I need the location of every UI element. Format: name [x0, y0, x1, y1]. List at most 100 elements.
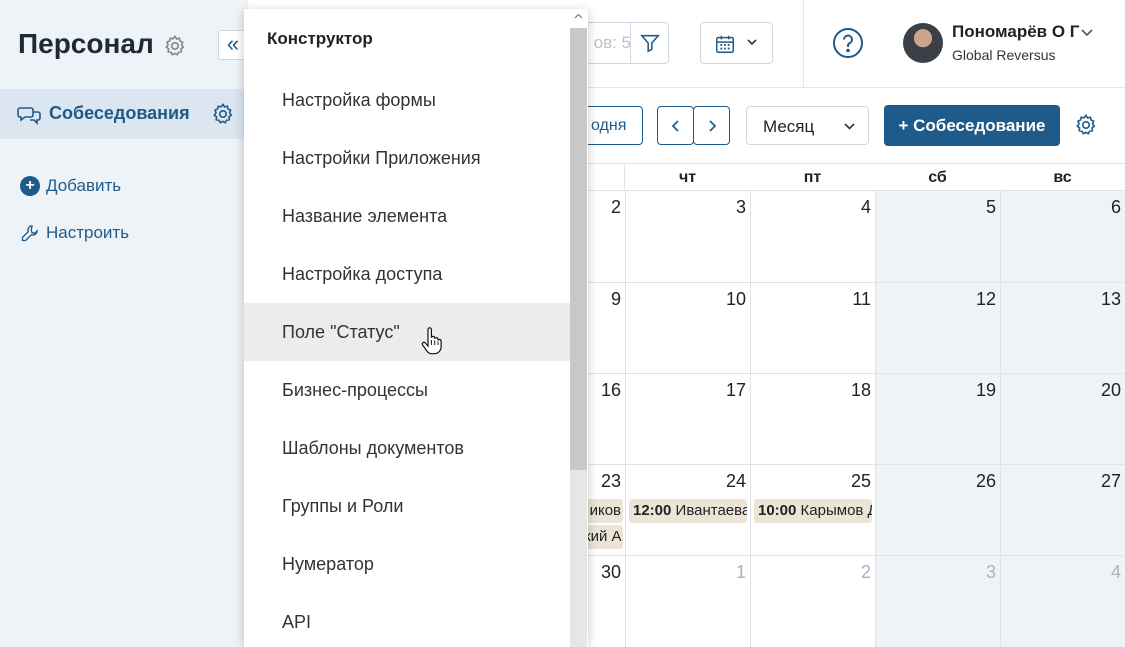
day-number: 27 [1100, 471, 1121, 491]
event-chip[interactable]: 10:00 Карымов Д [754, 499, 872, 523]
day-number: 3 [985, 562, 996, 582]
chevron-down-icon [747, 39, 757, 46]
calendar-day[interactable]: 3 [876, 556, 1001, 647]
day-number: 10 [725, 289, 746, 309]
wrench-icon [21, 225, 38, 242]
gear-icon[interactable] [163, 34, 187, 58]
day-number: 3 [735, 197, 746, 217]
menu-item[interactable]: Настройки Приложения [244, 129, 570, 187]
day-number: 4 [860, 197, 871, 217]
hand-cursor-icon [421, 327, 442, 355]
app-title: Персонал [18, 28, 154, 59]
chat-bubbles-icon [17, 107, 41, 125]
prev-period-button[interactable] [657, 106, 694, 145]
add-link[interactable]: + Добавить [20, 176, 121, 196]
calendar-day[interactable]: 5 [876, 191, 1001, 283]
menu-item[interactable]: API [244, 593, 570, 647]
scrollbar-track-lower[interactable] [570, 470, 587, 647]
day-number: 11 [852, 289, 871, 309]
view-select-value: Месяц [763, 117, 815, 136]
add-link-label: Добавить [46, 176, 122, 195]
scrollbar-thumb[interactable] [570, 28, 587, 470]
menu-item[interactable]: Шаблоны документов [244, 419, 570, 477]
chevron-down-icon [844, 123, 855, 130]
view-select[interactable]: Месяц [746, 106, 869, 145]
calendar-day[interactable]: 27 [1001, 465, 1125, 556]
calendar-day[interactable]: 4 [1001, 556, 1125, 647]
day-header-sat: сб [875, 164, 1000, 191]
event-chip[interactable]: 12:00 Ивантаева [629, 499, 747, 523]
calendar-day[interactable]: 18 [751, 374, 876, 465]
configure-link-label: Настроить [46, 223, 130, 242]
chevron-left-icon [671, 120, 679, 132]
event-name: Карымов Д [800, 502, 872, 519]
date-picker-button[interactable] [700, 22, 773, 64]
sidebar: Персонал « Собеседования + Добавить Наст… [0, 0, 248, 647]
menu-item[interactable]: Группы и Роли [244, 477, 570, 535]
day-number: 2 [860, 562, 871, 582]
gear-icon[interactable] [1074, 113, 1098, 137]
question-circle-icon[interactable] [832, 27, 864, 59]
today-button[interactable]: одня [580, 106, 643, 145]
menu-item[interactable]: Нумератор [244, 535, 570, 593]
calendar-day[interactable]: 11 [751, 283, 876, 374]
calendar-day[interactable]: 19 [876, 374, 1001, 465]
user-name[interactable]: Пономарёв О Г [952, 22, 1079, 42]
month-calendar: чт пт сб вс 2 3 4 5 6 9 10 11 12 13 16 1… [580, 163, 1125, 647]
day-number: 23 [600, 471, 621, 491]
day-number: 18 [850, 380, 871, 400]
calendar-day[interactable]: 13 [1001, 283, 1125, 374]
day-number: 1 [735, 562, 746, 582]
topbar-divider [803, 0, 804, 88]
menu-item[interactable]: Бизнес-процессы [244, 361, 570, 419]
day-header-fri: пт [750, 164, 875, 191]
calendar-day[interactable]: 3 [626, 191, 751, 283]
calendar-day[interactable]: 20 [1001, 374, 1125, 465]
menu-item[interactable]: Настройка формы [244, 71, 570, 129]
chevron-right-icon [709, 120, 717, 132]
menu-item-hovered[interactable]: Поле "Статус" [244, 303, 570, 361]
day-header-sun: вс [1000, 164, 1125, 191]
plus-circle-icon: + [20, 176, 40, 196]
calendar-day[interactable]: 25 10:00 Карымов Д [751, 465, 876, 556]
event-time: 10:00 [758, 502, 797, 519]
constructor-menu: Конструктор Настройка формы Настройки Пр… [244, 9, 588, 647]
gear-icon[interactable] [211, 102, 235, 126]
day-number: 4 [1110, 562, 1121, 582]
calendar-day[interactable]: 2 [751, 556, 876, 647]
avatar[interactable] [903, 23, 943, 63]
sidebar-item-interviews[interactable]: Собеседования [0, 89, 248, 139]
day-number: 25 [850, 471, 871, 491]
menu-item[interactable]: Название элемента [244, 187, 570, 245]
day-number: 16 [600, 380, 621, 400]
calendar-day[interactable]: 26 [876, 465, 1001, 556]
configure-link[interactable]: Настроить [20, 223, 129, 243]
day-number: 19 [975, 380, 996, 400]
day-number: 24 [725, 471, 746, 491]
calendar-day[interactable]: 17 [626, 374, 751, 465]
scroll-up-arrow-icon[interactable] [574, 13, 583, 19]
add-interview-button[interactable]: + Собеседование [884, 105, 1060, 146]
user-organization: Global Reversus [952, 47, 1056, 63]
menu-item[interactable]: Настройка доступа [244, 245, 570, 303]
calendar-icon [716, 35, 734, 53]
day-number: 9 [610, 289, 621, 309]
filter-icon[interactable] [639, 32, 661, 54]
day-number: 13 [1100, 289, 1121, 309]
menu-header: Конструктор [267, 29, 373, 48]
day-number: 20 [1100, 380, 1121, 400]
calendar-day[interactable]: 10 [626, 283, 751, 374]
calendar-day[interactable]: 24 12:00 Ивантаева [626, 465, 751, 556]
day-number: 30 [600, 562, 621, 582]
filter-divider [630, 23, 631, 63]
day-number: 12 [975, 289, 996, 309]
event-time: 12:00 [633, 502, 672, 519]
calendar-day[interactable]: 12 [876, 283, 1001, 374]
day-number: 5 [985, 197, 996, 217]
filter-control[interactable]: ов: 5 [578, 22, 669, 64]
next-period-button[interactable] [693, 106, 730, 145]
calendar-day[interactable]: 4 [751, 191, 876, 283]
calendar-day[interactable]: 6 [1001, 191, 1125, 283]
chevron-down-icon[interactable] [1080, 27, 1094, 39]
calendar-day[interactable]: 1 [626, 556, 751, 647]
